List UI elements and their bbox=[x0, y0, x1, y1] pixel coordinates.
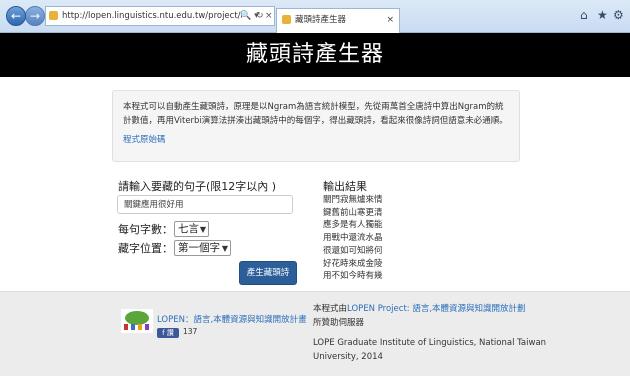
input-prompt-label: 請輸入要藏的句子(限12字以內 ) bbox=[118, 180, 277, 193]
tab-close-icon[interactable]: × bbox=[386, 10, 394, 30]
site-favicon-icon bbox=[49, 11, 58, 20]
intro-description: 本程式可以自動產生藏頭詩，原理是以Ngram為語言統計模型，先從兩萬首全唐詩中算… bbox=[123, 102, 508, 126]
chevron-down-icon: ▼ bbox=[199, 225, 206, 234]
poem-line: 用不如今時有幾 bbox=[323, 271, 383, 282]
forward-arrow-icon: → bbox=[29, 9, 41, 23]
lopen-project-link[interactable]: LOPEN：語言,本體資源與知識開放計畫 bbox=[157, 313, 307, 325]
lopen-logo-icon bbox=[121, 309, 153, 333]
facebook-like-button[interactable]: f 讚 bbox=[157, 328, 179, 338]
generate-poem-button[interactable]: 產生藏頭詩 bbox=[239, 261, 297, 285]
hidden-char-position-select[interactable]: 第一個字 ▼ bbox=[174, 240, 231, 256]
poem-line: 好花時來成金陵 bbox=[323, 258, 383, 269]
chevron-down-icon: ▼ bbox=[221, 244, 228, 253]
output-poem: 關門寂無爐來情 鍵舊前山寒更清 應多是有人獨能 用戰中還流水晶 很還如可知將何 … bbox=[323, 194, 383, 283]
refresh-icon[interactable]: ↻ bbox=[256, 7, 264, 25]
back-button[interactable]: ← bbox=[6, 6, 26, 26]
credit-prefix: 本程式由 bbox=[313, 304, 348, 314]
poem-line: 鍵舊前山寒更清 bbox=[323, 207, 383, 218]
favorites-star-icon[interactable]: ★ bbox=[597, 8, 608, 22]
intro-panel: 本程式可以自動產生藏頭詩，原理是以Ngram為語言統計模型，先從兩萬首全唐詩中算… bbox=[112, 90, 520, 162]
sentence-input[interactable]: 關鍵應用很好用 bbox=[117, 195, 293, 214]
tab-title: 藏頭詩產生器 bbox=[295, 15, 347, 25]
credit-suffix: 所贊助伺服器 bbox=[313, 318, 365, 328]
hidden-char-position-value: 第一個字 bbox=[178, 242, 220, 254]
forward-button[interactable]: → bbox=[25, 6, 45, 26]
sponsor-credit: 本程式由LOPEN Project: 語言,本體資源與知識開放計劃 所贊助伺服器 bbox=[313, 302, 553, 330]
institution-credit: LOPE Graduate Institute of Linguistics, … bbox=[313, 338, 547, 362]
output-title: 輸出結果 bbox=[323, 180, 367, 193]
back-arrow-icon: ← bbox=[10, 9, 22, 23]
browser-tab[interactable]: 藏頭詩產生器 × bbox=[276, 8, 400, 33]
poem-line: 很還如可知將何 bbox=[323, 245, 383, 256]
stop-icon[interactable]: × bbox=[265, 7, 273, 25]
page-title: 藏頭詩產生器 bbox=[245, 42, 384, 67]
lopen-credit-link[interactable]: LOPEN Project: 語言,本體資源與知識開放計劃 bbox=[347, 304, 526, 314]
home-icon[interactable]: ⌂ bbox=[580, 8, 588, 22]
poem-line: 應多是有人獨能 bbox=[323, 220, 383, 231]
tab-favicon-icon bbox=[282, 15, 291, 24]
poem-line: 用戰中還流水晶 bbox=[323, 233, 383, 244]
page-footer: LOPEN：語言,本體資源與知識開放計畫 f 讚 137 本程式由LOPEN P… bbox=[0, 291, 630, 376]
facebook-like-count: 137 bbox=[183, 327, 198, 336]
chars-per-line-label: 每句字數： bbox=[118, 223, 173, 236]
address-bar[interactable]: http://lopen.linguistics.ntu.edu.tw/proj… bbox=[45, 6, 275, 26]
address-url[interactable]: http://lopen.linguistics.ntu.edu.tw/proj… bbox=[62, 7, 242, 25]
chars-per-line-select[interactable]: 七言 ▼ bbox=[174, 221, 209, 237]
poem-line: 關門寂無爐來情 bbox=[323, 195, 383, 205]
chars-per-line-value: 七言 bbox=[178, 223, 199, 235]
source-code-link[interactable]: 程式原始碼 bbox=[123, 133, 166, 145]
settings-gear-icon[interactable]: ⚙ bbox=[613, 8, 624, 22]
page-header: 藏頭詩產生器 bbox=[0, 33, 630, 77]
browser-toolbar: ← → http://lopen.linguistics.ntu.edu.tw/… bbox=[0, 0, 630, 33]
hidden-char-position-label: 藏字位置： bbox=[118, 242, 173, 255]
